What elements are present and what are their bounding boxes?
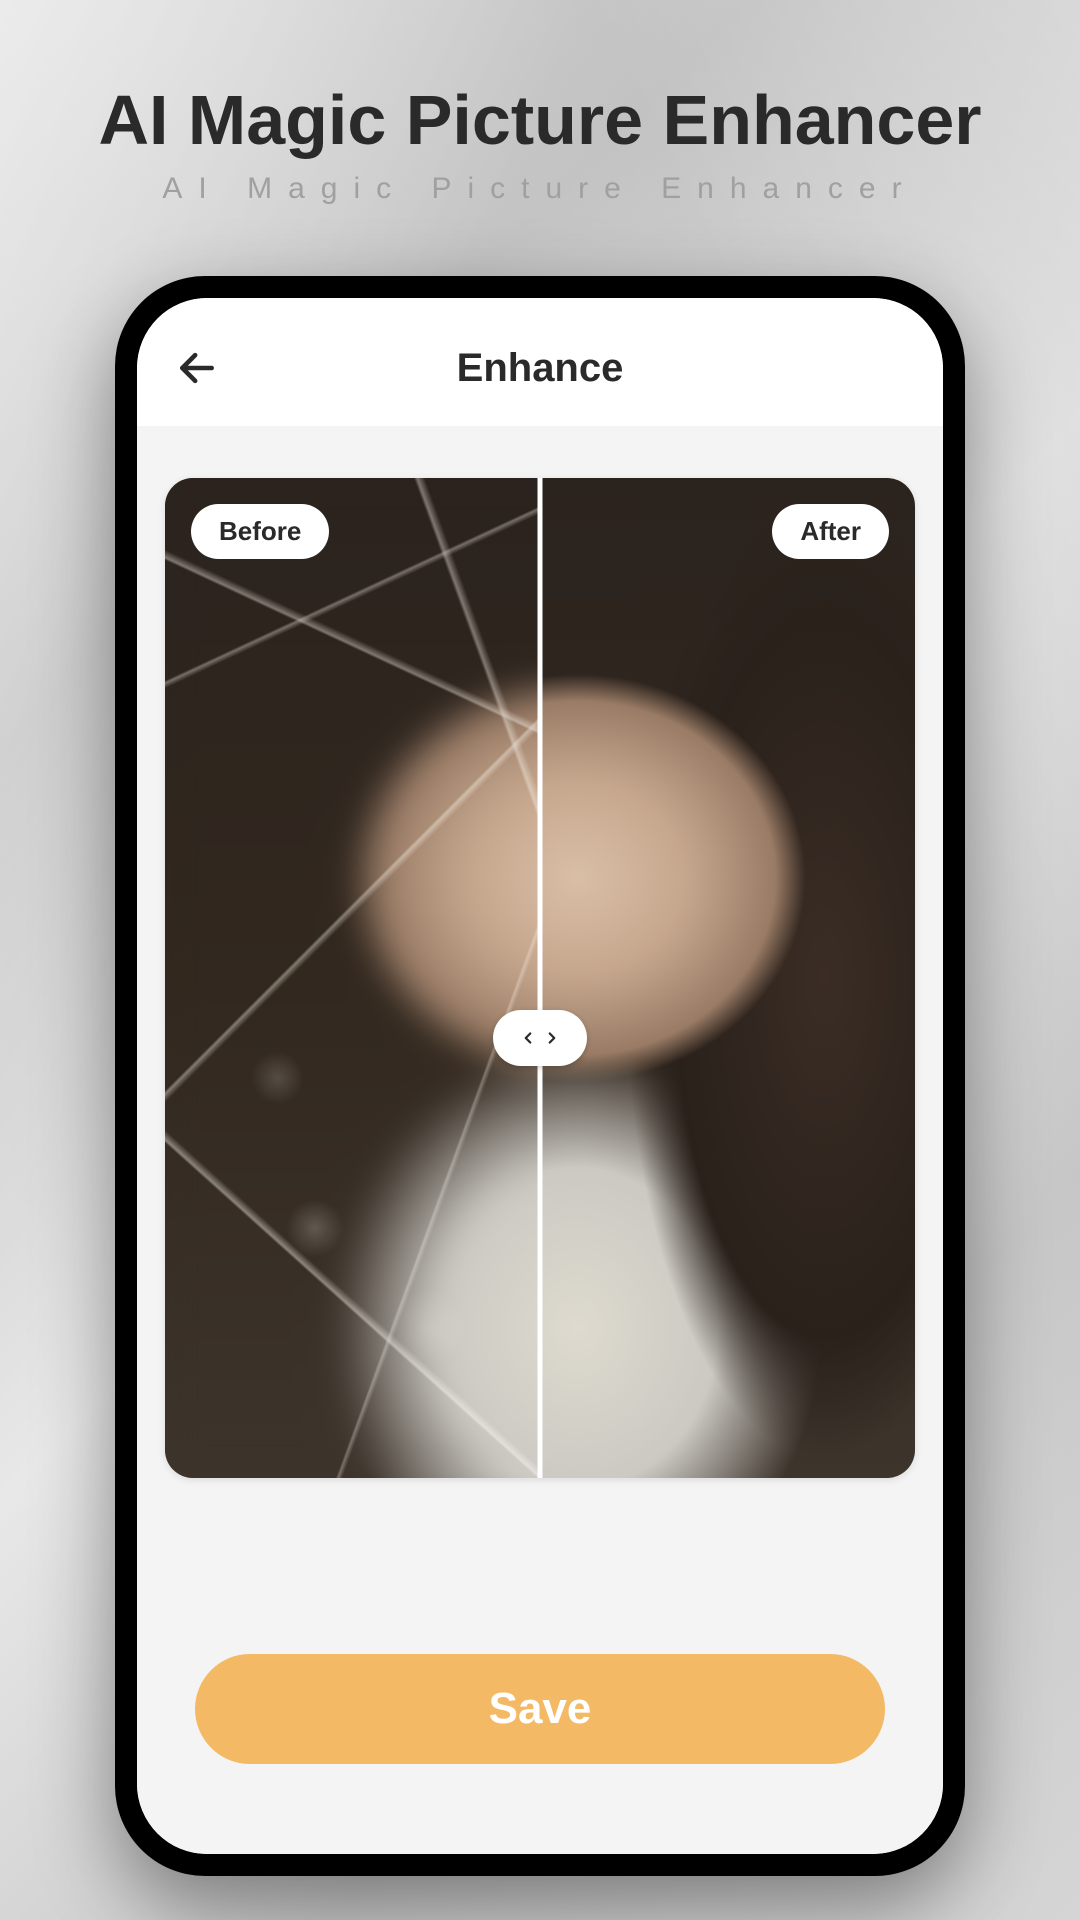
marketing-title: AI Magic Picture Enhancer: [98, 80, 981, 160]
before-label: Before: [191, 504, 329, 559]
marketing-subtitle: AI Magic Picture Enhancer: [98, 172, 981, 206]
chevron-left-icon: [519, 1029, 537, 1047]
compare-slider-handle[interactable]: [493, 1010, 587, 1066]
phone-frame: Enhance Before After Save: [115, 276, 965, 1876]
marketing-header: AI Magic Picture Enhancer AI Magic Pictu…: [98, 0, 981, 206]
back-arrow-icon: [175, 346, 219, 390]
page-title: Enhance: [457, 346, 624, 391]
phone-screen: Enhance Before After Save: [137, 298, 943, 1854]
compare-divider[interactable]: [538, 478, 543, 1478]
content-area: Before After Save: [137, 426, 943, 1854]
back-button[interactable]: [167, 338, 227, 398]
save-button[interactable]: Save: [195, 1654, 885, 1764]
after-label: After: [772, 504, 889, 559]
compare-image-container[interactable]: Before After: [165, 478, 915, 1478]
app-header: Enhance: [137, 298, 943, 426]
chevron-right-icon: [543, 1029, 561, 1047]
